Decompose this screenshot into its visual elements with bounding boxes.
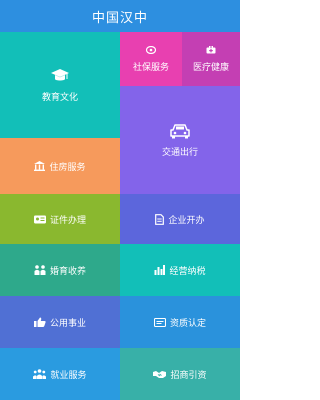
- tile-education-label: 教育文化: [41, 92, 78, 103]
- tile-housing[interactable]: 住房服务: [0, 138, 120, 194]
- tile-certificates[interactable]: 证件办理: [0, 194, 120, 244]
- handshake-icon: [153, 370, 167, 379]
- tile-social-security-label: 社保服务: [132, 62, 169, 73]
- tile-public-affairs[interactable]: 公用事业: [0, 296, 120, 348]
- medical-kit-icon: [206, 45, 216, 54]
- tile-employment[interactable]: 就业服务: [0, 348, 120, 400]
- tile-certificates-label: 证件办理: [49, 215, 86, 226]
- tile-transport-label: 交通出行: [161, 147, 198, 158]
- bar-chart-icon: [154, 265, 166, 275]
- car-icon: [169, 123, 191, 139]
- tile-public-affairs-label: 公用事业: [49, 318, 86, 329]
- building-icon: [34, 161, 46, 171]
- tile-social-security[interactable]: 社保服务: [120, 32, 182, 86]
- tile-business-open[interactable]: 企业开办: [120, 194, 240, 244]
- certificate-icon: [153, 317, 166, 327]
- tile-qualification-label: 资质认定: [169, 318, 206, 329]
- tile-qualification[interactable]: 资质认定: [120, 296, 240, 348]
- tile-birth-label: 婚育收养: [49, 266, 86, 277]
- tile-tax-label: 经营纳税: [169, 266, 206, 277]
- document-icon: [155, 213, 165, 225]
- graduation-cap-icon: [51, 68, 69, 84]
- shield-icon: [146, 45, 156, 54]
- tile-business-open-label: 企业开办: [168, 215, 205, 226]
- tile-medical-label: 医疗健康: [192, 62, 229, 73]
- family-icon: [34, 264, 46, 276]
- tile-investment-label: 招商引资: [170, 370, 207, 381]
- tile-birth[interactable]: 婚育收养: [0, 244, 120, 296]
- tile-medical[interactable]: 医疗健康: [182, 32, 240, 86]
- tile-housing-label: 住房服务: [49, 162, 86, 173]
- tile-tax[interactable]: 经营纳税: [120, 244, 240, 296]
- tile-investment[interactable]: 招商引资: [120, 348, 240, 400]
- page-title: 中国汉中: [91, 10, 148, 26]
- tile-education[interactable]: 教育文化: [0, 32, 120, 138]
- tile-employment-label: 就业服务: [50, 370, 87, 381]
- id-card-icon: [33, 215, 46, 224]
- team-icon: [33, 369, 47, 379]
- app-header: 中国汉中: [0, 0, 240, 32]
- thumbs-up-icon: [33, 317, 46, 327]
- tile-transport[interactable]: 交通出行: [120, 86, 240, 194]
